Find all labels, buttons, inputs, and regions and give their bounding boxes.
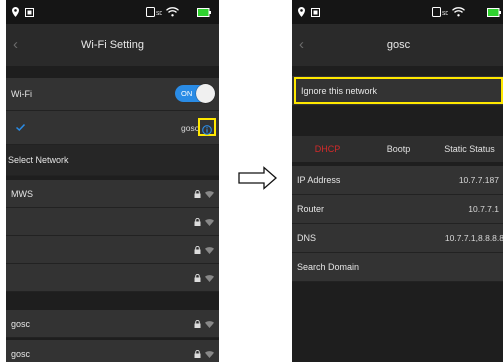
svg-text:SD: SD — [156, 11, 162, 17]
network-list-item[interactable]: gosc — [6, 340, 219, 362]
gallery-icon — [25, 0, 34, 24]
lock-icon — [194, 213, 201, 231]
search-domain-row: Search Domain — [292, 253, 503, 282]
network-list-item[interactable]: MWS — [6, 180, 219, 208]
wifi-signal-icon — [205, 269, 214, 287]
battery-icon — [487, 0, 501, 24]
toggle-state-label: ON — [181, 89, 193, 98]
ip-address-row: IP Address 10.7.7.187 — [292, 166, 503, 195]
network-list-item[interactable] — [6, 264, 219, 292]
field-label: Search Domain — [297, 262, 360, 272]
tab-static-status[interactable]: Static Status — [434, 136, 503, 162]
ip-mode-tabs: DHCP Bootp Static Status — [292, 136, 503, 162]
info-icon[interactable] — [202, 122, 212, 140]
spacer — [6, 66, 219, 78]
status-bar: SD — [292, 0, 503, 24]
toggle-knob — [196, 84, 215, 103]
ignore-button-highlight — [294, 77, 503, 104]
wifi-label: Wi-Fi — [11, 89, 32, 99]
wifi-toggle-row: Wi-Fi ON — [6, 78, 219, 111]
lock-icon — [194, 241, 201, 259]
dns-row: DNS 10.7.7.1,8.8.8.8 — [292, 224, 503, 253]
network-name: gosc — [11, 318, 31, 329]
navigation-bar: ‹ Wi-Fi Setting — [6, 24, 219, 66]
wifi-signal-icon — [205, 241, 214, 259]
field-label: Router — [297, 204, 325, 214]
status-bar: SD — [6, 0, 219, 24]
arrow-right-icon — [238, 166, 278, 195]
sd-card-icon: SD — [432, 0, 448, 24]
wifi-signal-icon — [205, 185, 214, 203]
network-name: MWS — [11, 188, 33, 199]
checkmark-icon — [16, 111, 25, 144]
wifi-signal-icon — [205, 345, 214, 362]
select-network-header: Select Network — [6, 145, 219, 176]
location-pin-icon — [12, 0, 19, 24]
page-title: gosc — [386, 39, 411, 51]
page-title: Wi-Fi Setting — [81, 39, 144, 51]
field-value: 10.7.7.1 — [468, 204, 499, 214]
field-label: DNS — [297, 233, 317, 243]
lock-icon — [194, 315, 201, 333]
lock-icon — [194, 185, 201, 203]
connected-network-name: gosc — [181, 122, 199, 133]
wifi-signal-icon — [205, 213, 214, 231]
router-row: Router 10.7.7.1 — [292, 195, 503, 224]
network-name: gosc — [11, 348, 31, 359]
svg-text:SD: SD — [442, 11, 448, 17]
wifi-setting-screen: SD ‹ Wi-Fi Setting Wi-Fi ON gosc Select … — [6, 0, 219, 362]
lock-icon — [194, 345, 201, 362]
wifi-icon — [166, 0, 179, 24]
network-list-item[interactable] — [6, 236, 219, 264]
tab-dhcp[interactable]: DHCP — [292, 136, 363, 162]
wifi-signal-icon — [205, 315, 214, 333]
wifi-toggle[interactable]: ON — [175, 84, 215, 103]
connected-network-row[interactable]: gosc — [6, 111, 219, 145]
field-value: 10.7.7.1,8.8.8.8 — [444, 233, 503, 243]
gallery-icon — [311, 0, 320, 24]
lock-icon — [194, 269, 201, 287]
network-list-item[interactable] — [6, 208, 219, 236]
wifi-icon — [452, 0, 465, 24]
navigation-bar: ‹ gosc — [292, 24, 503, 66]
tab-bootp[interactable]: Bootp — [363, 136, 434, 162]
field-value: 10.7.7.187 — [458, 175, 499, 185]
network-list-item[interactable]: gosc — [6, 310, 219, 338]
section-label: Select Network — [8, 155, 69, 165]
location-pin-icon — [298, 0, 305, 24]
battery-icon — [197, 0, 211, 24]
sd-card-icon: SD — [146, 0, 162, 24]
network-detail-screen: SD ‹ gosc Ignore this network DHCP Bootp… — [292, 0, 503, 362]
field-label: IP Address — [297, 175, 341, 185]
